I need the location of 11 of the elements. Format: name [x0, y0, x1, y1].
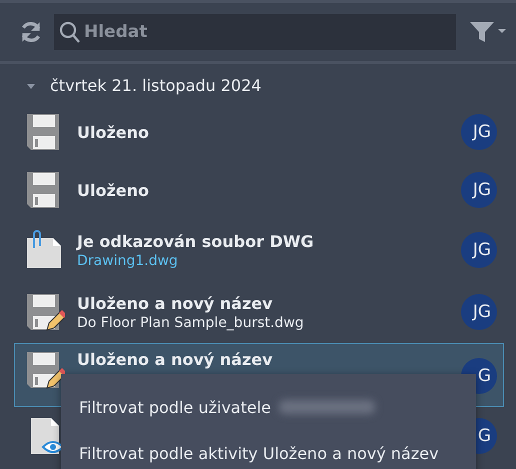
user-avatar: JG [461, 114, 497, 150]
activity-title: Uloženo [77, 122, 150, 142]
activity-title: Uloženo a nový název [77, 294, 274, 312]
user-avatar: JG [461, 172, 497, 208]
date-heading: čtvrtek 21. listopadu 2024 [50, 76, 262, 95]
activity-title: Uloženo [77, 180, 150, 200]
activity-title: Uloženo a nový název [77, 350, 274, 369]
activity-title: Je odkazován soubor DWG [77, 232, 315, 250]
user-avatar: JG [461, 232, 497, 268]
file-name: Do Floor Plan Sample_burst.dwg [77, 314, 305, 330]
user-avatar: JG [461, 294, 497, 330]
